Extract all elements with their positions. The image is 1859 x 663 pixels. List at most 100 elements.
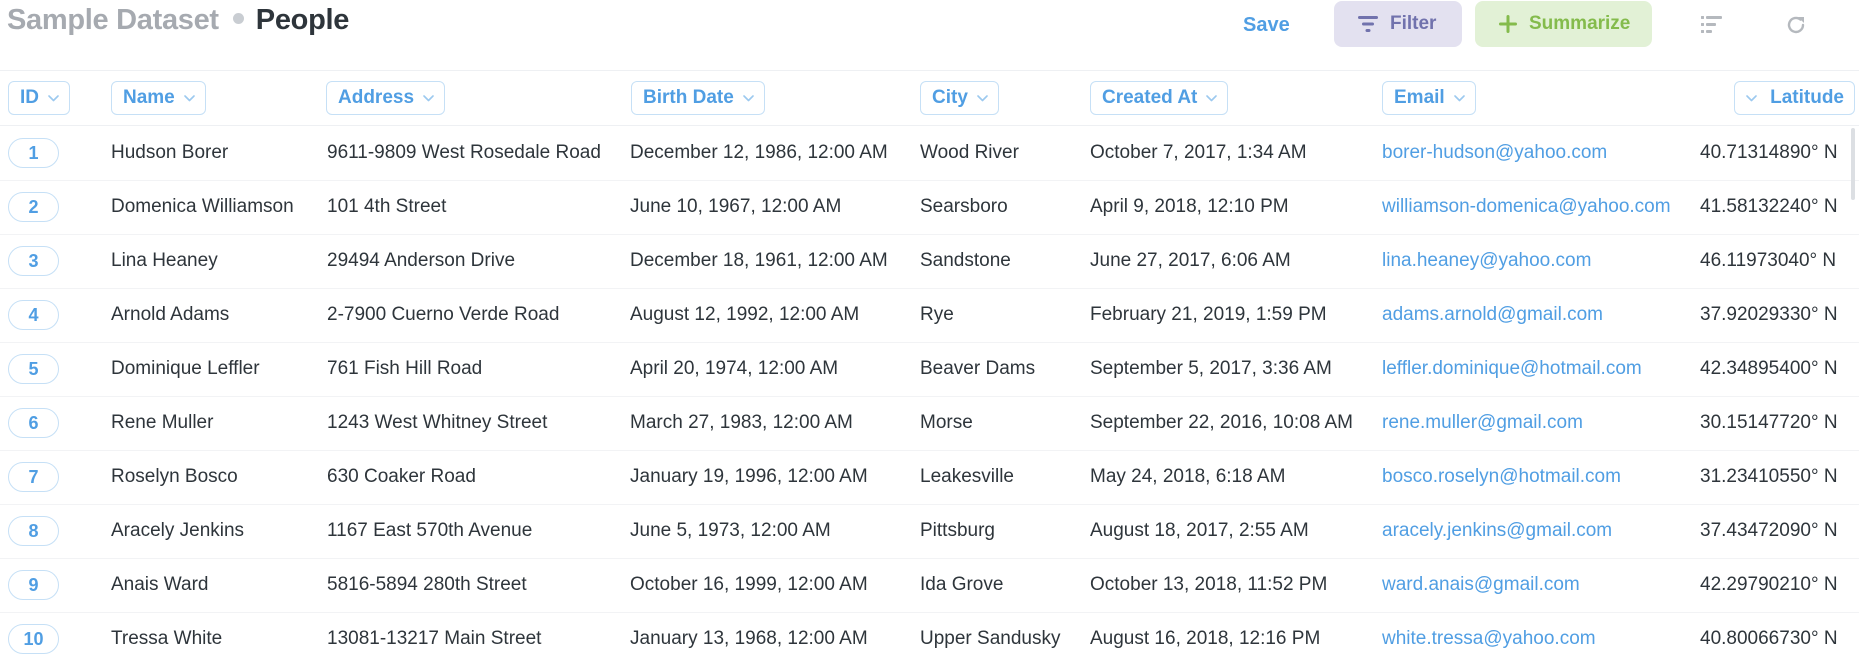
cell-created-at: August 16, 2018, 12:16 PM [1090,628,1321,649]
cell-address: 101 4th Street [327,196,447,217]
cell-city: Upper Sandusky [920,628,1061,649]
filter-icon [1358,16,1378,32]
cell-latitude: 40.80066730° N [1700,628,1838,649]
cell-name: Roselyn Bosco [111,466,238,487]
summarize-label: Summarize [1529,13,1631,34]
cell-birth-date: April 20, 1974, 12:00 AM [630,358,839,379]
column-menu-chevron [423,94,434,102]
cell-name: Tressa White [111,628,223,649]
column-header-id[interactable]: ID [8,81,70,115]
row-id-button[interactable]: 5 [8,354,59,384]
cell-name: Anais Ward [111,574,209,595]
cell-email[interactable]: borer-hudson@yahoo.com [1382,126,1607,180]
column-menu-chevron [1453,94,1465,102]
cell-created-at: September 22, 2016, 10:08 AM [1090,412,1354,433]
row-id-button[interactable]: 8 [8,516,59,546]
cell-email[interactable]: rene.muller@gmail.com [1382,396,1583,450]
cell-name: Hudson Borer [111,142,229,163]
row-id-button[interactable]: 10 [8,624,59,654]
cell-email[interactable]: bosco.roselyn@hotmail.com [1382,450,1621,504]
table-title: People [255,4,350,36]
cell-email[interactable]: ward.anais@gmail.com [1382,558,1580,612]
column-header-latitude[interactable]: Latitude [1734,81,1855,115]
refresh-icon[interactable] [1785,14,1807,36]
breadcrumb-dataset[interactable]: Sample Dataset [7,4,219,36]
filter-button[interactable]: Filter [1334,1,1462,47]
column-header-label: Birth Date [643,87,734,108]
cell-birth-date: August 12, 1992, 12:00 AM [630,304,860,325]
column-menu-chevron [1206,94,1218,102]
chevron-down-icon [48,94,59,101]
list-icon[interactable] [1701,14,1723,36]
cell-name: Dominique Leffler [111,358,260,379]
cell-birth-date: January 13, 1968, 12:00 AM [630,628,868,649]
query-header: Sample Dataset People Save Filter Summari… [0,0,1859,71]
cell-email[interactable]: leffler.dominique@hotmail.com [1382,342,1642,396]
table-row: 7 Roselyn Bosco 630 Coaker Road January 19,… [0,450,1859,505]
row-id-button[interactable]: 7 [8,462,59,492]
cell-created-at: April 9, 2018, 12:10 PM [1090,196,1289,217]
row-id-button[interactable]: 3 [8,246,59,276]
column-header-created-at[interactable]: Created At [1090,81,1229,115]
column-header-address[interactable]: Address [326,81,446,115]
cell-email[interactable]: williamson-domenica@yahoo.com [1382,180,1671,234]
column-menu-chevron [742,94,754,102]
cell-address: 5816-5894 280th Street [327,574,527,595]
row-id-button[interactable]: 6 [8,408,59,438]
page-title: Sample Dataset People [7,4,349,37]
cell-birth-date: June 10, 1967, 12:00 AM [630,196,842,217]
cell-address: 630 Coaker Road [327,466,476,487]
cell-city: Wood River [920,142,1019,163]
cell-latitude: 46.11973040° N [1700,250,1837,271]
table-row: 5 Dominique Leffler 761 Fish Hill Road Apri… [0,342,1859,397]
row-id-button[interactable]: 4 [8,300,59,330]
column-header-email[interactable]: Email [1382,81,1476,115]
cell-email[interactable]: lina.heaney@yahoo.com [1382,234,1591,288]
cell-email[interactable]: white.tressa@yahoo.com [1382,612,1596,663]
column-header-label: Address [338,87,415,108]
cell-city: Sandstone [920,250,1011,271]
chevron-down-icon [977,94,988,101]
cell-latitude: 30.15147720° N [1700,412,1838,433]
column-header-name[interactable]: Name [111,81,206,115]
cell-city: Beaver Dams [920,358,1036,379]
cell-birth-date: December 18, 1961, 12:00 AM [630,250,888,271]
column-header-city[interactable]: City [920,81,999,115]
table-row: 2 Domenica Williamson 101 4th Street June 1… [0,180,1859,235]
row-id-button[interactable]: 9 [8,570,59,600]
cell-birth-date: June 5, 1973, 12:00 AM [630,520,831,541]
cell-city: Ida Grove [920,574,1004,595]
summarize-button[interactable]: Summarize [1475,1,1652,47]
cell-address: 2-7900 Cuerno Verde Road [327,304,560,325]
table-row: 10 Tressa White 13081-13217 Main Street Jan… [0,612,1859,663]
cell-city: Leakesville [920,466,1014,487]
cell-created-at: October 13, 2018, 11:52 PM [1090,574,1328,595]
table-row: 8 Aracely Jenkins 1167 East 570th Avenue Ju… [0,504,1859,559]
cell-latitude: 31.23410550° N [1700,466,1838,487]
cell-created-at: September 5, 2017, 3:36 AM [1090,358,1332,379]
cell-created-at: June 27, 2017, 6:06 AM [1090,250,1291,271]
column-header-birth-date[interactable]: Birth Date [631,81,765,115]
cell-created-at: February 21, 2019, 1:59 PM [1090,304,1327,325]
row-id-button[interactable]: 1 [8,138,59,168]
plus-icon [1499,15,1517,33]
vertical-scrollbar[interactable] [1851,128,1855,200]
cell-address: 761 Fish Hill Road [327,358,483,379]
cell-created-at: October 7, 2017, 1:34 AM [1090,142,1307,163]
chevron-down-icon [183,94,195,101]
column-header-label: Name [123,87,175,108]
cell-address: 29494 Anderson Drive [327,250,516,271]
column-menu-chevron [183,94,195,102]
breadcrumb-separator [232,12,244,24]
table-row: 3 Lina Heaney 29494 Anderson Drive December… [0,234,1859,289]
table-row: 6 Rene Muller 1243 West Whitney Street Marc… [0,396,1859,451]
cell-latitude: 40.71314890° N [1700,142,1838,163]
cell-latitude: 41.58132240° N [1700,196,1838,217]
cell-birth-date: March 27, 1983, 12:00 AM [630,412,853,433]
row-id-button[interactable]: 2 [8,192,59,222]
column-header-label: Email [1394,87,1445,108]
cell-email[interactable]: aracely.jenkins@gmail.com [1382,504,1612,558]
save-button[interactable]: Save [1243,12,1290,38]
column-header-label: Created At [1102,87,1198,108]
cell-email[interactable]: adams.arnold@gmail.com [1382,288,1603,342]
